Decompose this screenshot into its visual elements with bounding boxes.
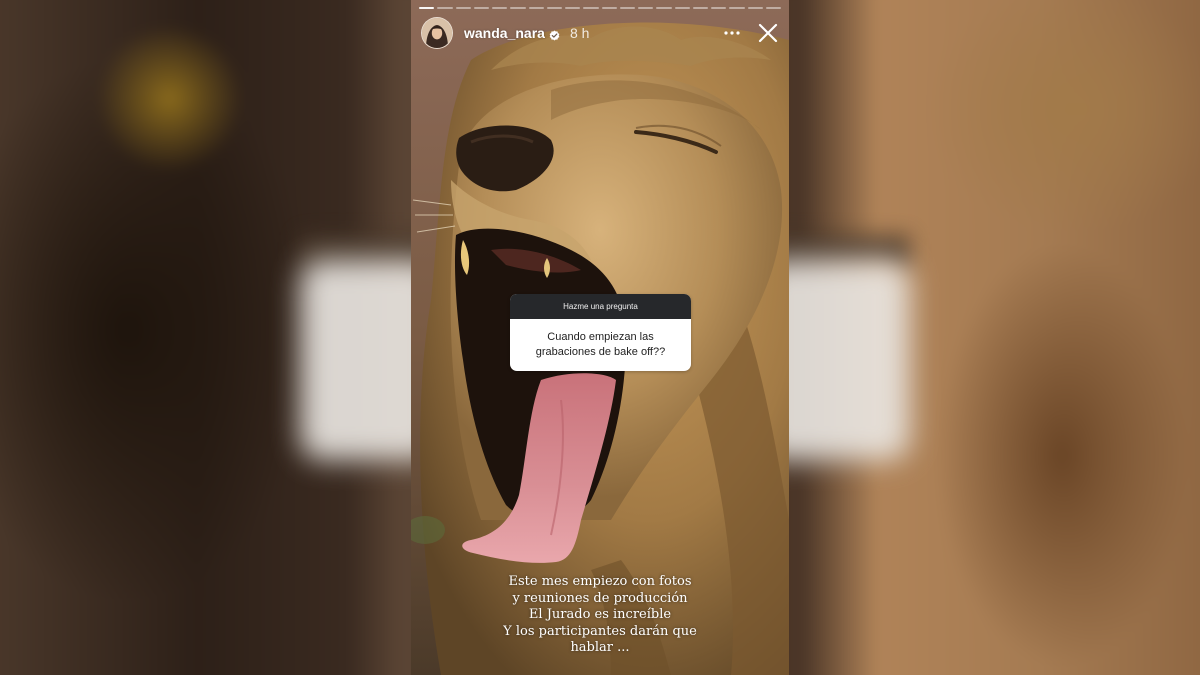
story-header: wanda_nara 8 h	[421, 16, 781, 50]
progress-segment	[601, 7, 617, 9]
avatar[interactable]	[421, 17, 453, 49]
progress-segment	[528, 7, 544, 9]
progress-segment	[419, 7, 435, 9]
caption-line: El Jurado es increíble	[528, 607, 672, 622]
progress-segment	[437, 7, 453, 9]
progress-segment	[711, 7, 727, 9]
caption-line: hablar ...	[570, 640, 630, 655]
close-button[interactable]	[755, 20, 781, 46]
caption-line: Y los participantes darán que	[503, 623, 697, 639]
progress-segment	[765, 7, 781, 9]
post-timestamp: 8 h	[569, 25, 590, 41]
close-icon	[758, 23, 778, 43]
story-frame[interactable]: wanda_nara 8 h Hazme una pregunta Cuando…	[411, 0, 789, 675]
progress-segment	[692, 7, 708, 9]
progress-segment	[455, 7, 471, 9]
verified-badge-icon	[549, 28, 560, 41]
username[interactable]: wanda_nara	[464, 25, 545, 41]
caption-line: y reuniones de producción	[512, 590, 688, 606]
progress-segment	[674, 7, 690, 9]
progress-segment	[747, 7, 763, 9]
story-caption: Este mes empiezo con fotos y reuniones de…	[441, 574, 759, 657]
progress-segment	[546, 7, 562, 9]
progress-segment	[565, 7, 581, 9]
story-viewer: wanda_nara 8 h Hazme una pregunta Cuando…	[0, 0, 1200, 675]
caption-line: Este mes empiezo con fotos	[508, 574, 692, 589]
more-options-button[interactable]	[719, 20, 745, 46]
progress-segment	[729, 7, 745, 9]
progress-segment	[619, 7, 635, 9]
progress-segment	[492, 7, 508, 9]
progress-segment	[510, 7, 526, 9]
question-text: Cuando empiezan las grabaciones de bake …	[535, 331, 666, 358]
question-sticker[interactable]: Hazme una pregunta Cuando empiezan las g…	[510, 294, 691, 371]
story-progress-bar	[419, 7, 781, 9]
more-horizontal-icon	[724, 31, 740, 35]
progress-segment	[656, 7, 672, 9]
progress-segment	[583, 7, 599, 9]
question-prompt: Hazme una pregunta	[510, 294, 691, 319]
progress-segment	[473, 7, 489, 9]
progress-segment	[638, 7, 654, 9]
